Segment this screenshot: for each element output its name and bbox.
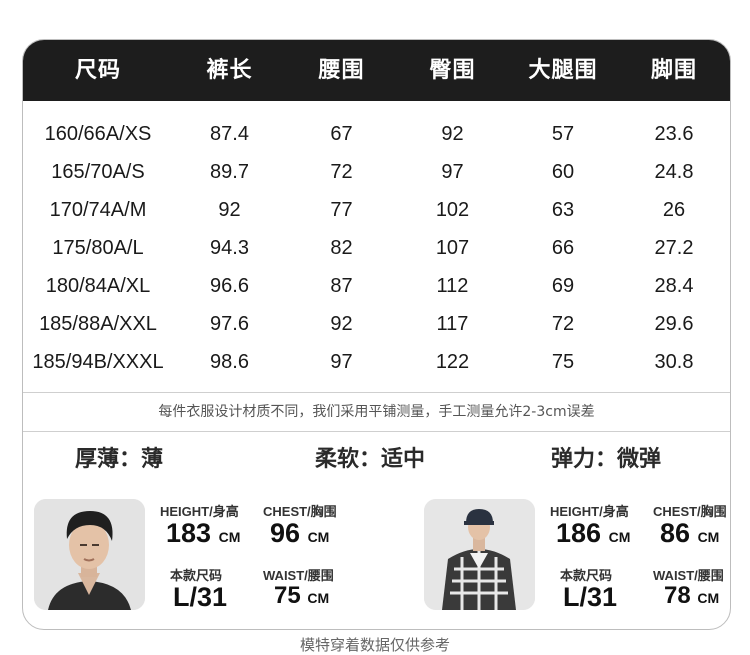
cell-thigh: 60	[551, 161, 575, 183]
size-value: L/31	[173, 582, 228, 612]
cell-hip: 117	[436, 313, 469, 335]
table-row: 160/66A/XS 87.4 67 92 57 23.6	[23, 115, 730, 153]
size-value: L/31	[563, 582, 618, 612]
table-row: 185/88A/XXL 97.6 92 117 72 29.6	[23, 305, 730, 343]
cell-pants-length: 97.6	[210, 313, 249, 335]
cell-pants-length: 92	[218, 199, 241, 221]
footer-disclaimer: 模特穿着数据仅供参考	[299, 636, 450, 654]
cell-thigh: 66	[551, 237, 575, 259]
cell-hip: 102	[435, 199, 470, 221]
cell-size: 165/70A/S	[51, 161, 145, 183]
model-card-1: HEIGHT/身高 183 CM CHEST/胸围 96 CM 本款尺码 L/3…	[34, 499, 354, 615]
waist-value: 75 CM	[274, 582, 330, 609]
cell-size: 175/80A/L	[52, 237, 144, 259]
cell-leg-opening: 28.4	[654, 275, 694, 297]
cell-leg-opening: 27.2	[654, 237, 694, 259]
cell-waist: 77	[330, 199, 353, 221]
fabric-attributes: 厚薄：薄 柔软：适中 弹力：微弹	[23, 431, 730, 488]
table-header: 尺码 裤长 腰围 臀围 大腿围 脚围	[23, 40, 730, 101]
waist-value: 78 CM	[664, 582, 720, 609]
cell-hip: 107	[435, 237, 470, 259]
model-photo	[424, 499, 535, 610]
cell-waist: 82	[330, 237, 353, 259]
table-row: 165/70A/S 89.7 72 97 60 24.8	[23, 153, 730, 191]
cell-leg-opening: 26	[662, 199, 686, 221]
cell-pants-length: 89.7	[210, 161, 249, 183]
cell-pants-length: 87.4	[210, 123, 249, 145]
cell-thigh: 69	[551, 275, 575, 297]
cell-thigh: 57	[551, 123, 575, 145]
cell-size: 185/88A/XXL	[39, 313, 157, 335]
table-row: 180/84A/XL 96.6 87 112 69 28.4	[23, 267, 730, 305]
cell-waist: 92	[330, 313, 353, 335]
cell-hip: 97	[441, 161, 464, 183]
header-leg-opening: 脚围	[650, 58, 697, 83]
header-size: 尺码	[74, 58, 121, 83]
cell-size: 170/74A/M	[49, 199, 147, 221]
attribute-thickness: 厚薄：薄	[75, 447, 164, 472]
cell-thigh: 63	[551, 199, 575, 221]
cell-leg-opening: 24.8	[654, 161, 694, 183]
size-chart-card: 尺码 裤长 腰围 臀围 大腿围 脚围 160/66A/XS 87.4 67 92…	[22, 39, 731, 630]
attribute-softness: 柔软：适中	[315, 447, 426, 472]
header-hip: 臀围	[429, 58, 476, 83]
model-photo	[34, 499, 145, 610]
cell-hip: 92	[441, 123, 464, 145]
cell-waist: 72	[330, 161, 353, 183]
measurement-note: 每件衣服设计材质不同，我们采用平铺测量，手工测量允许2-3cm误差	[23, 392, 730, 432]
cell-leg-opening: 23.6	[654, 123, 694, 145]
table-body: 160/66A/XS 87.4 67 92 57 23.6 165/70A/S …	[23, 115, 730, 381]
cell-leg-opening: 30.8	[654, 351, 694, 373]
header-pants-length: 裤长	[206, 58, 253, 83]
cell-pants-length: 94.3	[210, 237, 249, 259]
header-waist: 腰围	[318, 58, 365, 83]
table-row: 185/94B/XXXL 98.6 97 122 75 30.8	[23, 343, 730, 381]
header-thigh: 大腿围	[528, 58, 598, 83]
cell-size: 160/66A/XS	[44, 123, 152, 145]
height-value: 186 CM	[556, 518, 631, 548]
height-value: 183 CM	[166, 518, 241, 548]
cell-waist: 87	[330, 275, 353, 297]
table-row: 175/80A/L 94.3 82 107 66 27.2	[23, 229, 730, 267]
cell-thigh: 72	[551, 313, 575, 335]
cell-pants-length: 98.6	[210, 351, 249, 373]
cell-hip: 112	[436, 275, 469, 297]
cell-waist: 67	[330, 123, 353, 145]
cell-hip: 122	[435, 351, 470, 373]
cell-leg-opening: 29.6	[654, 313, 694, 335]
attribute-elasticity: 弹力：微弹	[551, 447, 662, 472]
cell-size: 185/94B/XXXL	[32, 351, 164, 373]
cell-waist: 97	[330, 351, 353, 373]
cell-size: 180/84A/XL	[45, 275, 151, 297]
cell-pants-length: 96.6	[210, 275, 249, 297]
chest-value: 86 CM	[660, 518, 720, 548]
model-card-2: HEIGHT/身高 186 CM CHEST/胸围 86 CM 本款尺码 L/3…	[424, 499, 730, 615]
chest-value: 96 CM	[270, 518, 330, 548]
table-row: 170/74A/M 92 77 102 63 26	[23, 191, 730, 229]
cell-thigh: 75	[551, 351, 575, 373]
